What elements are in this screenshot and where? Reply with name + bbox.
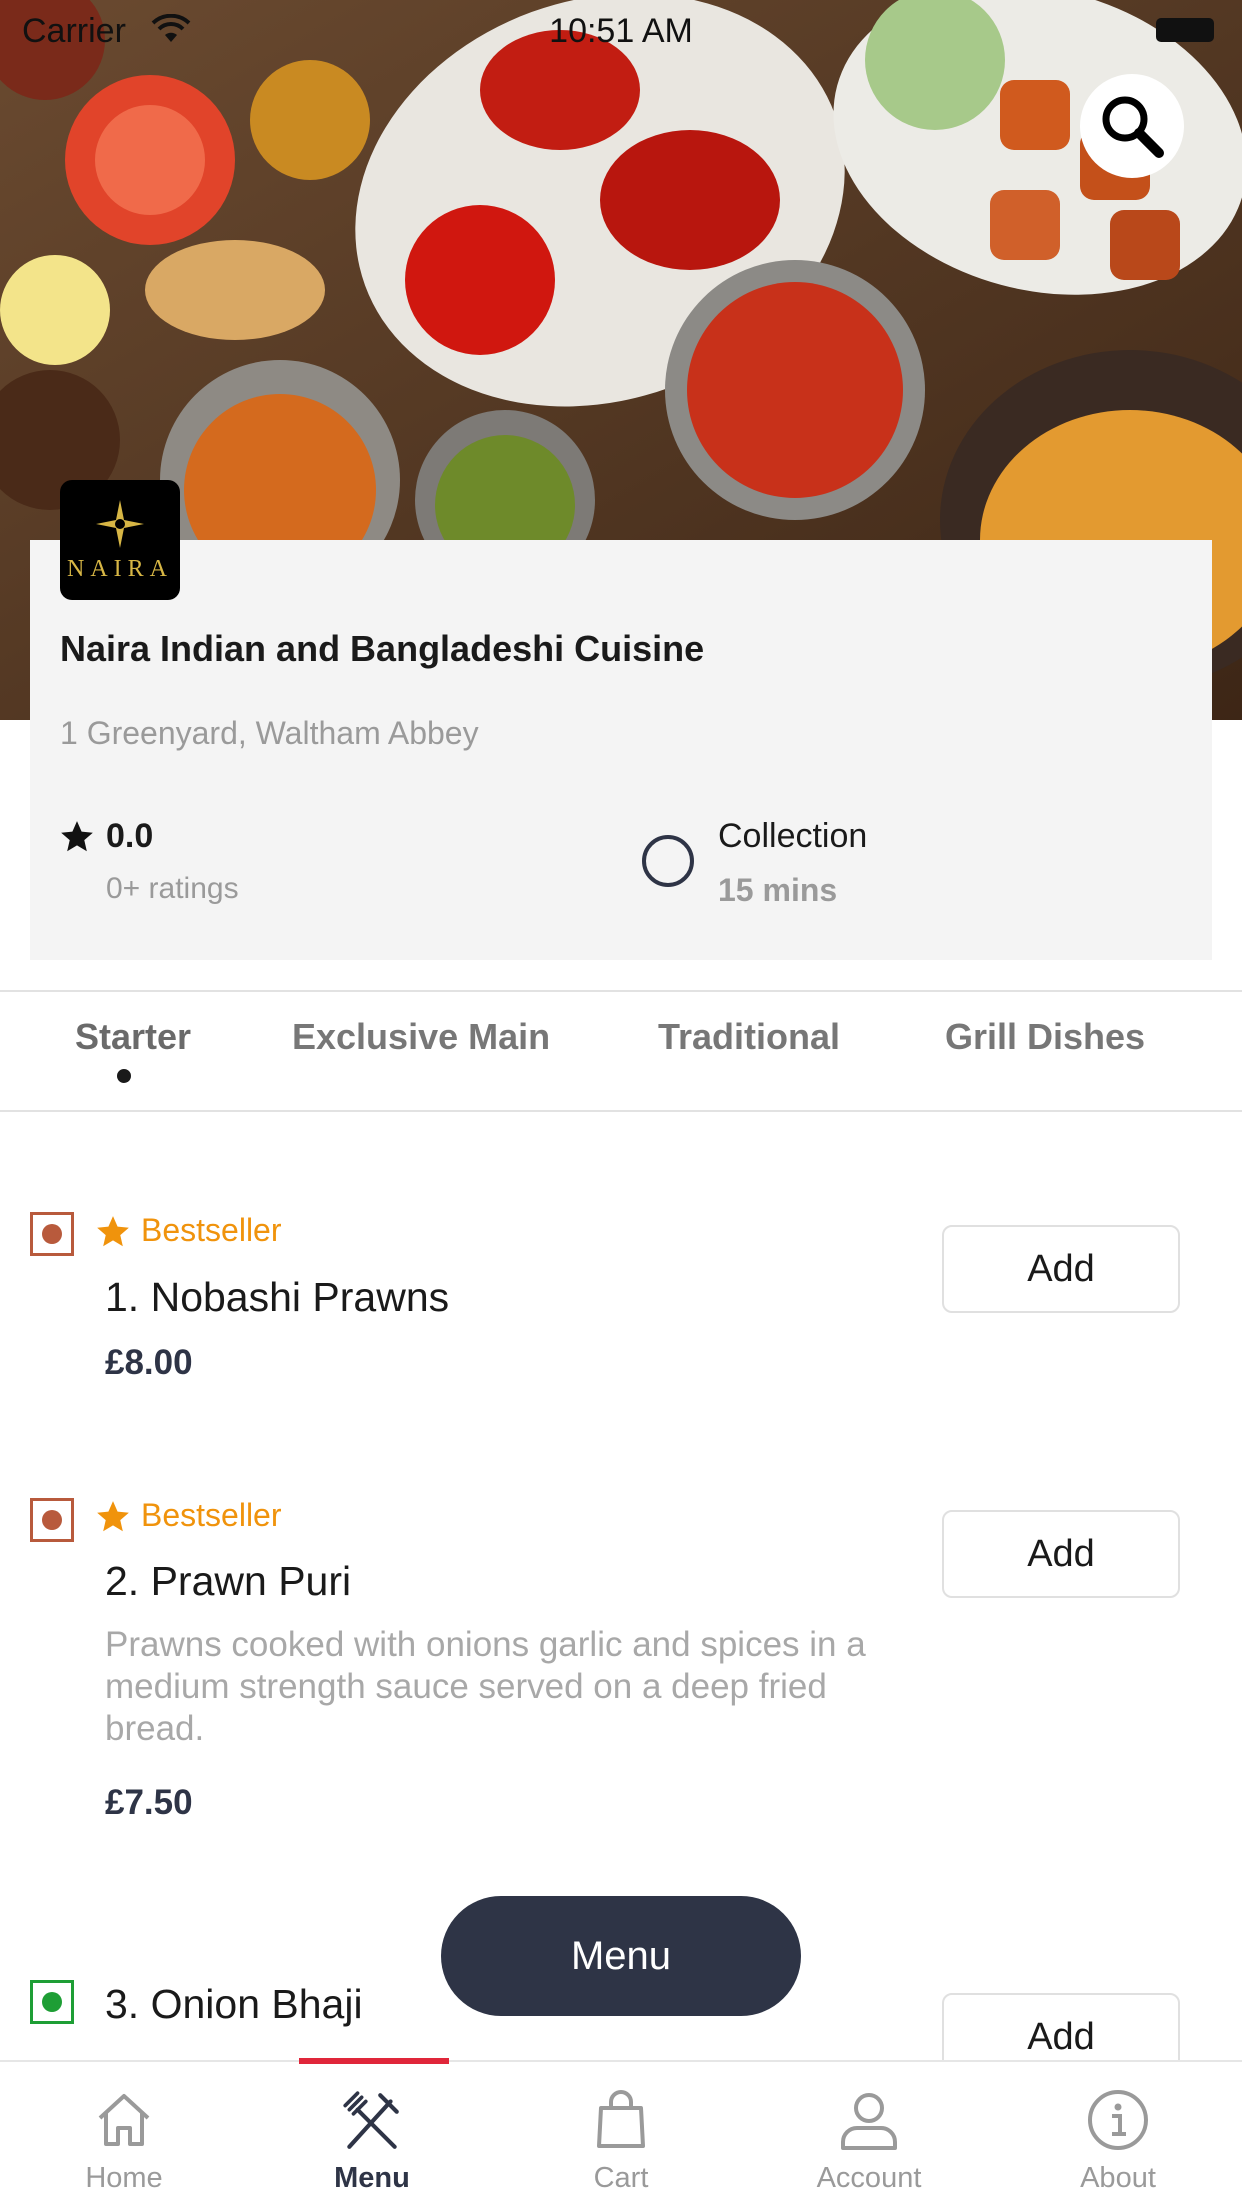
add-button[interactable]: Add (942, 1225, 1180, 1313)
tab-exclusive-main[interactable]: Exclusive Main (292, 1016, 550, 1058)
item-description: Prawns cooked with onions garlic and spi… (105, 1625, 866, 1748)
collection-time: 15 mins (718, 872, 838, 908)
non-veg-indicator (30, 1498, 74, 1542)
nav-label: Home (85, 2162, 163, 2194)
item-name[interactable]: 1. Nobashi Prawns (105, 1274, 449, 1321)
bestseller-star-icon (97, 1216, 129, 1247)
logo-text: NAIRA (67, 555, 173, 582)
nav-account[interactable]: Account (745, 2062, 993, 2208)
tab-traditional[interactable]: Traditional (658, 1016, 840, 1058)
nav-home[interactable]: Home (0, 2062, 248, 2208)
menu-floating-button[interactable]: Menu (441, 1896, 801, 2016)
nav-about[interactable]: About (994, 2062, 1242, 2208)
clock: 10:51 AM (549, 12, 693, 50)
fork-knife-icon (336, 2084, 408, 2156)
home-icon (88, 2084, 160, 2156)
category-tabs: Starter Exclusive Main Traditional Grill… (0, 990, 1242, 1112)
tab-starter[interactable]: Starter (75, 1016, 191, 1058)
nav-menu[interactable]: Menu (248, 2062, 496, 2208)
item-name[interactable]: 3. Onion Bhaji (105, 1981, 363, 2028)
rating-count: 0+ ratings (106, 872, 239, 905)
bestseller-badge: Bestseller (141, 1212, 282, 1248)
restaurant-logo: NAIRA (60, 480, 180, 600)
item-price: £7.50 (105, 1783, 193, 1822)
restaurant-address: 1 Greenyard, Waltham Abbey (60, 715, 479, 751)
nav-label: Cart (593, 2162, 649, 2194)
info-icon (1082, 2084, 1154, 2156)
bestseller-star-icon (97, 1501, 129, 1532)
active-nav-indicator (299, 2058, 449, 2064)
battery-icon (1156, 18, 1214, 42)
restaurant-name: Naira Indian and Bangladeshi Cuisine (60, 628, 705, 669)
nav-cart[interactable]: Cart (497, 2062, 745, 2208)
search-icon (1102, 96, 1164, 158)
shopping-bag-icon (585, 2084, 657, 2156)
item-name[interactable]: 2. Prawn Puri (105, 1558, 351, 1605)
add-button[interactable]: Add (942, 1510, 1180, 1598)
status-bar: Carrier 10:51 AM (0, 0, 1242, 60)
collection-radio[interactable] (642, 835, 694, 887)
collection-label: Collection (718, 817, 868, 855)
nav-label: Account (816, 2162, 922, 2194)
user-icon (833, 2084, 905, 2156)
nav-label: About (1080, 2162, 1156, 2194)
nav-label: Menu (334, 2162, 410, 2194)
tab-grill-dishes[interactable]: Grill Dishes (945, 1016, 1145, 1058)
bottom-navigation: Home Menu Cart Account About (0, 2060, 1242, 2208)
item-price: £8.00 (105, 1343, 193, 1382)
bestseller-badge: Bestseller (141, 1497, 282, 1533)
non-veg-indicator (30, 1212, 74, 1256)
search-button[interactable] (1080, 74, 1184, 178)
rating-value: 0.0 (106, 817, 154, 855)
veg-indicator (30, 1980, 74, 2024)
logo-emblem-icon (96, 499, 144, 548)
star-icon (61, 821, 93, 852)
active-tab-indicator (117, 1069, 131, 1083)
